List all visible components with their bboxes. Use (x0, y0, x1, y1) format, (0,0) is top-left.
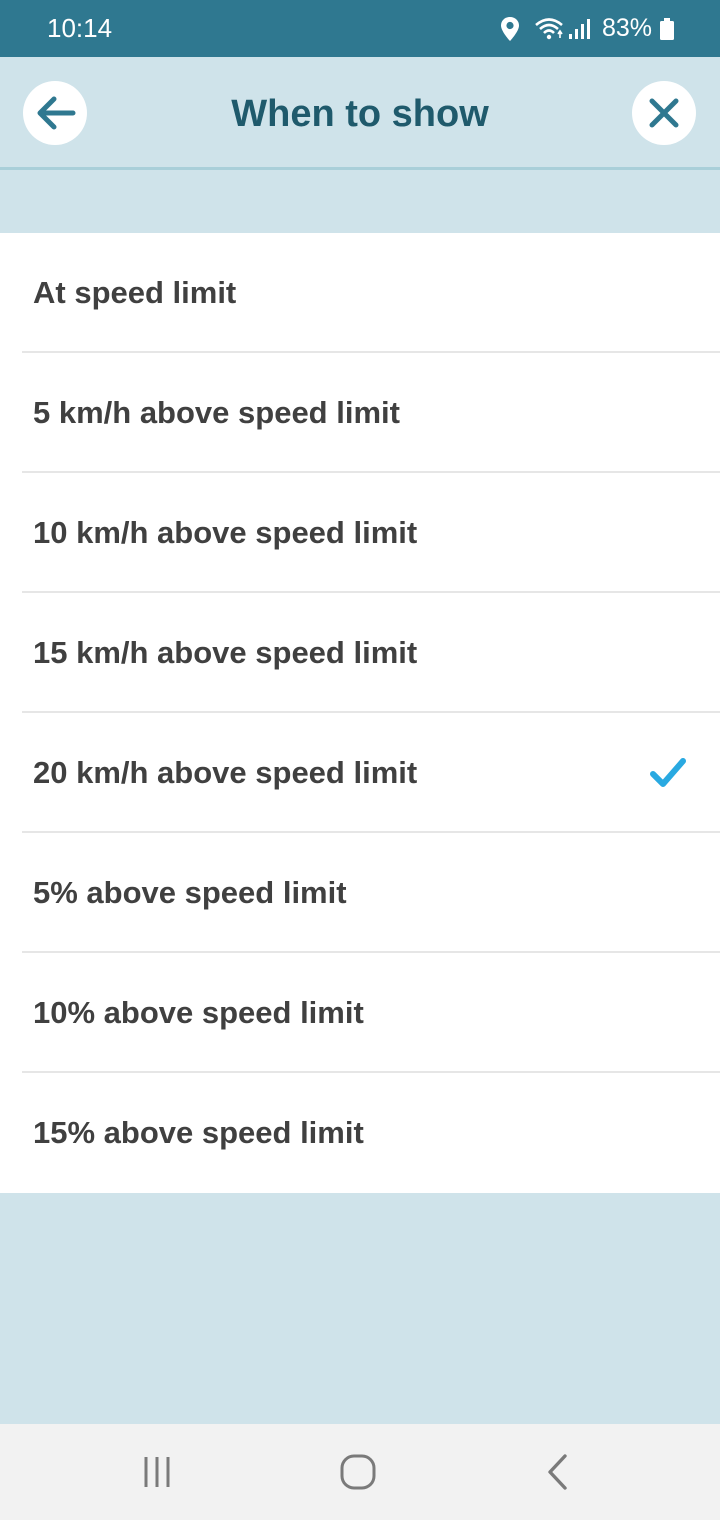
option-item-15-percent[interactable]: 15% above speed limit (0, 1073, 720, 1193)
check-icon (650, 756, 686, 790)
back-icon (543, 1453, 573, 1491)
system-back-button[interactable] (534, 1448, 582, 1496)
status-time: 10:14 (47, 13, 113, 43)
page-title: When to show (231, 93, 489, 135)
option-label: 5% above speed limit (33, 875, 347, 910)
option-label: At speed limit (33, 275, 237, 310)
option-item-20-kmh[interactable]: 20 km/h above speed limit (0, 713, 720, 833)
option-item-15-kmh[interactable]: 15 km/h above speed limit (0, 593, 720, 713)
option-label: 10% above speed limit (33, 995, 364, 1030)
status-icons: 83% (500, 0, 720, 57)
recent-apps-button[interactable] (133, 1448, 181, 1496)
option-item-10-kmh[interactable]: 10 km/h above speed limit (0, 473, 720, 593)
header-spacer (0, 173, 720, 233)
option-list: At speed limit 5 km/h above speed limit … (0, 233, 720, 1193)
empty-area (0, 1193, 720, 1424)
option-item-at-speed-limit[interactable]: At speed limit (0, 233, 720, 353)
home-button[interactable] (334, 1448, 382, 1496)
close-button[interactable] (632, 81, 696, 145)
signal-icon (568, 18, 590, 40)
navigation-bar (0, 1424, 720, 1520)
close-icon (646, 95, 682, 131)
option-item-5-kmh[interactable]: 5 km/h above speed limit (0, 353, 720, 473)
status-bar: 10:14 83% (0, 0, 720, 57)
option-label: 15% above speed limit (33, 1115, 364, 1150)
option-label: 15 km/h above speed limit (33, 635, 418, 670)
recent-apps-icon (140, 1455, 174, 1489)
option-label: 20 km/h above speed limit (33, 755, 418, 790)
option-label: 10 km/h above speed limit (33, 515, 418, 550)
wifi-icon (534, 17, 564, 41)
option-item-10-percent[interactable]: 10% above speed limit (0, 953, 720, 1073)
app-header: When to show (0, 57, 720, 170)
home-icon (339, 1453, 377, 1491)
battery-percent: 83% (601, 14, 652, 42)
location-icon (500, 16, 520, 42)
option-item-5-percent[interactable]: 5% above speed limit (0, 833, 720, 953)
battery-icon (660, 17, 674, 40)
option-label: 5 km/h above speed limit (33, 395, 400, 430)
